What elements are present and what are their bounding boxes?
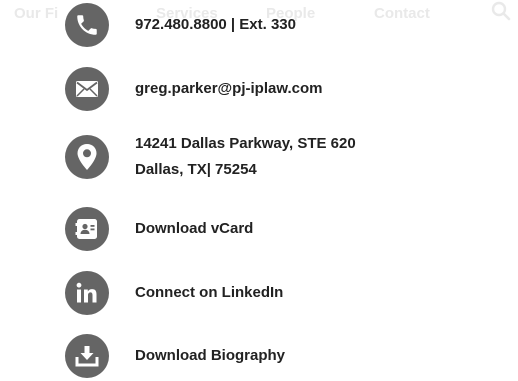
address-line-2: Dallas, TX| 75254 <box>135 161 257 178</box>
search-icon[interactable] <box>490 0 512 22</box>
contact-row-biography: Download Biography <box>65 334 285 378</box>
location-pin-icon[interactable] <box>65 135 109 179</box>
contact-row-vcard: Download vCard <box>65 207 253 251</box>
address: 14241 Dallas Parkway, STE 620 Dallas, TX… <box>135 131 356 183</box>
phone-icon[interactable] <box>65 3 109 47</box>
nav-item-contact[interactable]: Contact <box>374 5 430 22</box>
download-biography-link[interactable]: Download Biography <box>135 343 285 369</box>
contact-row-linkedin: Connect on LinkedIn <box>65 271 283 315</box>
download-icon[interactable] <box>65 334 109 378</box>
contact-row-email: greg.parker@pj-iplaw.com <box>65 67 322 111</box>
address-line-1: 14241 Dallas Parkway, STE 620 <box>135 135 356 152</box>
nav-item-our-firm[interactable]: Our Fi <box>14 5 58 22</box>
envelope-icon[interactable] <box>65 67 109 111</box>
vcard-icon[interactable] <box>65 207 109 251</box>
email-link[interactable]: greg.parker@pj-iplaw.com <box>135 76 322 102</box>
contact-row-address: 14241 Dallas Parkway, STE 620 Dallas, TX… <box>65 131 356 183</box>
linkedin-icon[interactable] <box>65 271 109 315</box>
download-vcard-link[interactable]: Download vCard <box>135 216 253 242</box>
phone-number[interactable]: 972.480.8800 | Ext. 330 <box>135 12 296 38</box>
contact-row-phone: 972.480.8800 | Ext. 330 <box>65 3 296 47</box>
connect-linkedin-link[interactable]: Connect on LinkedIn <box>135 280 283 306</box>
